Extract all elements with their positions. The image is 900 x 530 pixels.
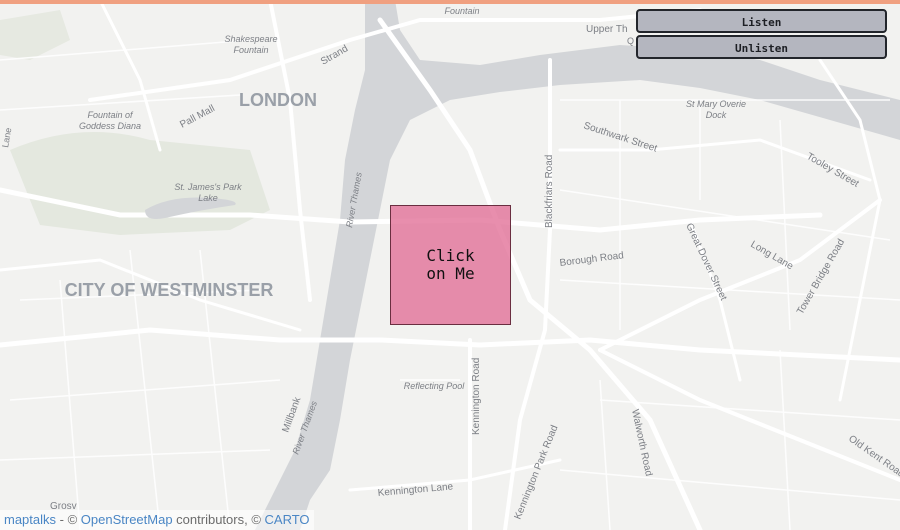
listen-button[interactable]: Listen xyxy=(636,9,887,33)
click-marker[interactable]: Click on Me xyxy=(390,205,511,325)
attribution-sep: - © xyxy=(56,512,81,527)
label-london: LONDON xyxy=(239,90,317,110)
attribution: maptalks - © OpenStreetMap contributors,… xyxy=(0,510,314,530)
label-blackfriars: Blackfriars Road xyxy=(544,155,555,228)
label-st-james: St. James's Park xyxy=(174,182,242,192)
label-shakespeare: Shakespeare xyxy=(224,34,277,44)
unlisten-button[interactable]: Unlisten xyxy=(636,35,887,59)
carto-link[interactable]: CARTO xyxy=(265,512,310,527)
label-reflecting-pool: Reflecting Pool xyxy=(404,381,466,391)
label-st-james-2: Lake xyxy=(198,193,218,203)
label-diana: Fountain of xyxy=(87,110,134,120)
label-diana-2: Goddess Diana xyxy=(79,121,141,131)
label-st-mary: St Mary Overie xyxy=(686,99,746,109)
maptalks-link[interactable]: maptalks xyxy=(4,512,56,527)
label-westminster: CITY OF WESTMINSTER xyxy=(65,280,274,300)
top-accent-bar xyxy=(0,0,900,4)
label-fountain-top: Fountain xyxy=(444,6,479,16)
label-st-mary-2: Dock xyxy=(706,110,727,120)
event-controls: Listen Unlisten xyxy=(636,9,891,61)
marker-label: Click on Me xyxy=(426,246,475,283)
osm-link[interactable]: OpenStreetMap xyxy=(81,512,173,527)
label-q: Q xyxy=(627,36,634,46)
attribution-middle: contributors, © xyxy=(172,512,265,527)
label-shakespeare-2: Fountain xyxy=(233,45,268,55)
label-kennington-road: Kennington Road xyxy=(471,358,482,435)
label-upper-th: Upper Th xyxy=(586,24,628,35)
